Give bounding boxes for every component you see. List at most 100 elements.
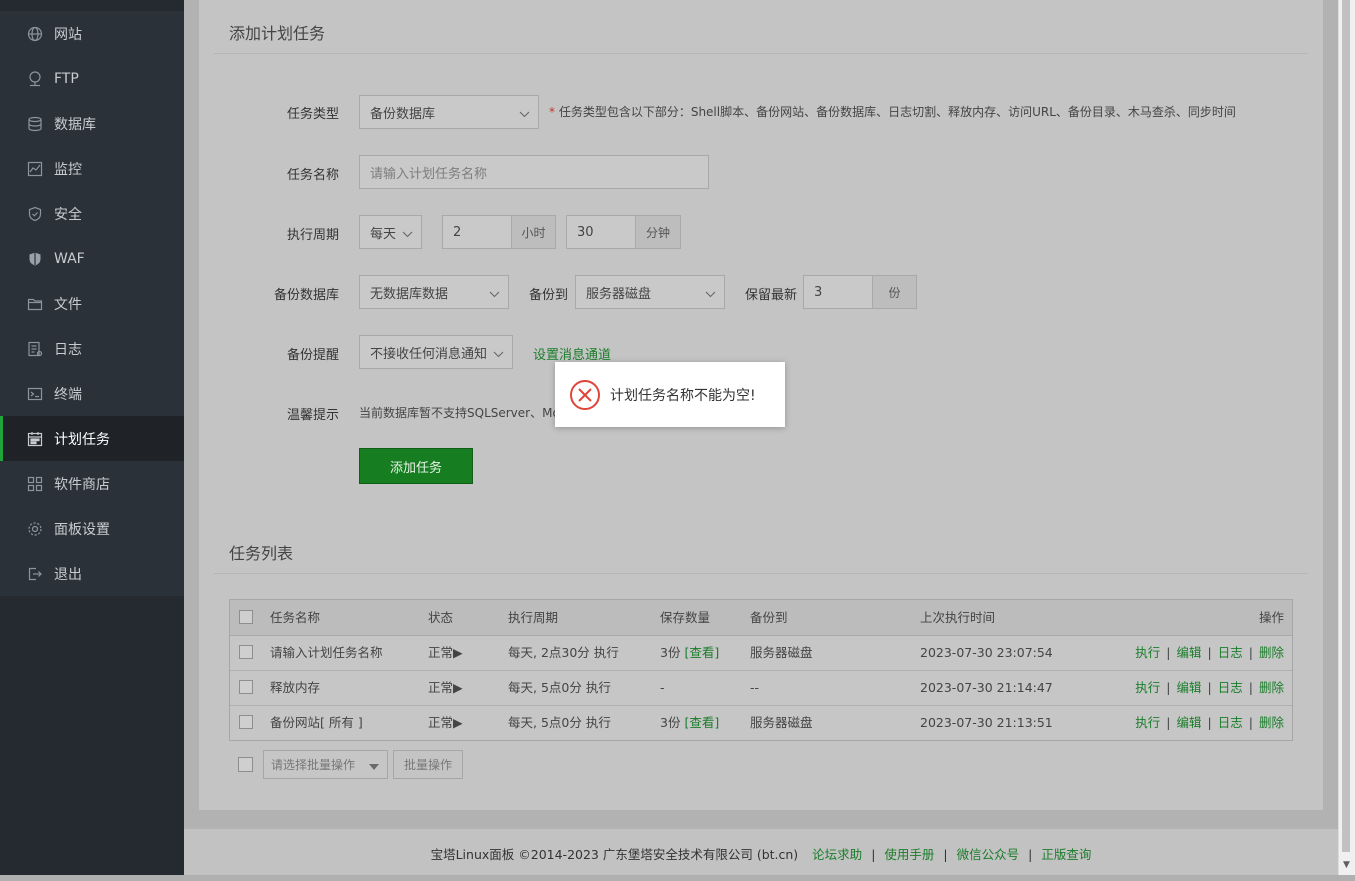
- license-link[interactable]: 正版查询: [1041, 847, 1091, 862]
- edit-link[interactable]: 编辑: [1177, 645, 1202, 660]
- hour-input[interactable]: 2: [442, 215, 512, 249]
- separator: |: [1248, 715, 1253, 730]
- view-backups-link[interactable]: [查看]: [684, 645, 719, 660]
- sidebar-item-label: 日志: [54, 341, 82, 358]
- sidebar-item-label: 面板设置: [54, 521, 110, 538]
- sidebar-item-settings[interactable]: 面板设置: [0, 506, 184, 551]
- sidebar-item-logs[interactable]: 日志: [0, 326, 184, 371]
- keep-value: -: [660, 680, 665, 695]
- sidebar-item-waf[interactable]: WAF: [0, 236, 184, 281]
- keep-value: 3份: [660, 715, 681, 730]
- edit-link[interactable]: 编辑: [1177, 715, 1202, 730]
- delete-link[interactable]: 删除: [1259, 715, 1284, 730]
- forum-link[interactable]: 论坛求助: [812, 847, 862, 862]
- separator: |: [1207, 715, 1212, 730]
- calendar-icon: [26, 430, 44, 448]
- separator: |: [1166, 645, 1171, 660]
- separator: |: [943, 847, 948, 862]
- notify-value: 不接收任何消息通知: [370, 346, 488, 362]
- scroll-down-arrow-icon[interactable]: ▼: [1343, 860, 1350, 870]
- row-checkbox[interactable]: [239, 680, 253, 694]
- row-actions: 执行 | 编辑 | 日志 | 删除: [1135, 705, 1284, 740]
- view-backups-link[interactable]: [查看]: [684, 715, 719, 730]
- divider: [214, 53, 1308, 54]
- sidebar-item-label: 退出: [54, 566, 82, 583]
- backup-db-select[interactable]: 无数据库数据: [359, 275, 509, 309]
- task-table: 任务名称 状态 执行周期 保存数量 备份到 上次执行时间 操作 请输入计划任务名…: [229, 599, 1293, 741]
- error-circle-icon: [569, 379, 601, 411]
- row-checkbox[interactable]: [239, 715, 253, 729]
- delete-link[interactable]: 删除: [1259, 645, 1284, 660]
- run-link[interactable]: 执行: [1135, 645, 1160, 660]
- select-all-checkbox[interactable]: [239, 610, 253, 624]
- last-run: 2023-07-30 21:13:51: [920, 715, 1053, 730]
- col-ops: 操作: [1258, 610, 1284, 625]
- backup-to-value: 服务器磁盘: [586, 286, 652, 302]
- row-actions: 执行 | 编辑 | 日志 | 删除: [1135, 670, 1284, 705]
- batch-select-checkbox[interactable]: [238, 757, 253, 772]
- sidebar-item-website[interactable]: 网站: [0, 11, 184, 56]
- delete-link[interactable]: 删除: [1259, 680, 1284, 695]
- sidebar: 网站 FTP 数据库 监控 安全 WAF 文件 日志 终端 计划任务 软件商店 …: [0, 0, 184, 875]
- status-toggle[interactable]: 正常▶: [428, 705, 463, 740]
- task-name: 备份网站[ 所有 ]: [270, 715, 363, 730]
- batch-action-select[interactable]: 请选择批量操作: [263, 750, 388, 779]
- sidebar-item-security[interactable]: 安全: [0, 191, 184, 236]
- status-toggle[interactable]: 正常▶: [428, 635, 463, 670]
- notify-select[interactable]: 不接收任何消息通知: [359, 335, 513, 369]
- add-task-title: 添加计划任务: [229, 24, 326, 43]
- task-name-placeholder: 请输入计划任务名称: [370, 166, 488, 182]
- hour-unit: 小时: [511, 215, 556, 249]
- log-link[interactable]: 日志: [1218, 680, 1243, 695]
- col-last-run: 上次执行时间: [920, 610, 996, 625]
- separator: |: [1248, 645, 1253, 660]
- sidebar-item-store[interactable]: 软件商店: [0, 461, 184, 506]
- scrollbar-thumb[interactable]: [1342, 0, 1350, 852]
- last-run: 2023-07-30 21:14:47: [920, 680, 1053, 695]
- table-row: 释放内存 正常▶ 每天, 5点0分 执行 - -- 2023-07-30 21:…: [230, 670, 1292, 706]
- period-cycle-select[interactable]: 每天: [359, 215, 422, 249]
- logout-icon: [26, 565, 44, 583]
- run-link[interactable]: 执行: [1135, 680, 1160, 695]
- task-name-input[interactable]: 请输入计划任务名称: [359, 155, 709, 189]
- col-backup-to: 备份到: [750, 610, 788, 625]
- task-name: 请输入计划任务名称: [270, 645, 383, 660]
- task-type-note-text: 任务类型包含以下部分：Shell脚本、备份网站、备份数据库、日志切割、释放内存、…: [558, 105, 1236, 119]
- log-link[interactable]: 日志: [1218, 645, 1243, 660]
- edit-link[interactable]: 编辑: [1177, 680, 1202, 695]
- task-type-select[interactable]: 备份数据库: [359, 95, 539, 129]
- footer-text: 宝塔Linux面板 ©2014-2023 广东堡塔安全技术有限公司 (bt.cn…: [184, 829, 1338, 881]
- manual-link[interactable]: 使用手册: [884, 847, 934, 862]
- sidebar-item-monitor[interactable]: 监控: [0, 146, 184, 191]
- backup-to-select[interactable]: 服务器磁盘: [575, 275, 725, 309]
- wechat-link[interactable]: 微信公众号: [957, 847, 1020, 862]
- minute-input[interactable]: 30: [566, 215, 636, 249]
- status-toggle[interactable]: 正常▶: [428, 670, 463, 705]
- tip-label: 温馨提示: [286, 408, 339, 423]
- set-channel-link[interactable]: 设置消息通道: [533, 344, 611, 363]
- run-link[interactable]: 执行: [1135, 715, 1160, 730]
- hour-value: 2: [453, 224, 462, 240]
- add-task-button[interactable]: 添加任务: [359, 448, 473, 484]
- col-keep: 保存数量: [660, 610, 711, 625]
- required-star: *: [549, 105, 555, 119]
- sidebar-item-database[interactable]: 数据库: [0, 101, 184, 146]
- log-link[interactable]: 日志: [1218, 715, 1243, 730]
- row-checkbox[interactable]: [239, 645, 253, 659]
- task-name-label: 任务名称: [286, 168, 339, 183]
- database-icon: [26, 115, 44, 133]
- backup-to: 服务器磁盘: [750, 715, 813, 730]
- batch-action-button[interactable]: 批量操作: [393, 750, 463, 779]
- divider: [214, 573, 1308, 574]
- log-icon: [26, 340, 44, 358]
- sidebar-item-ftp[interactable]: FTP: [0, 56, 184, 101]
- backup-to-label: 备份到: [529, 288, 569, 303]
- sidebar-item-cron[interactable]: 计划任务: [0, 416, 184, 461]
- folder-icon: [26, 295, 44, 313]
- page-scrollbar[interactable]: ▼: [1338, 0, 1355, 875]
- sidebar-item-files[interactable]: 文件: [0, 281, 184, 326]
- settings-icon: [26, 520, 44, 538]
- keep-latest-input[interactable]: 3: [803, 275, 873, 309]
- sidebar-item-logout[interactable]: 退出: [0, 551, 184, 596]
- sidebar-item-terminal[interactable]: 终端: [0, 371, 184, 416]
